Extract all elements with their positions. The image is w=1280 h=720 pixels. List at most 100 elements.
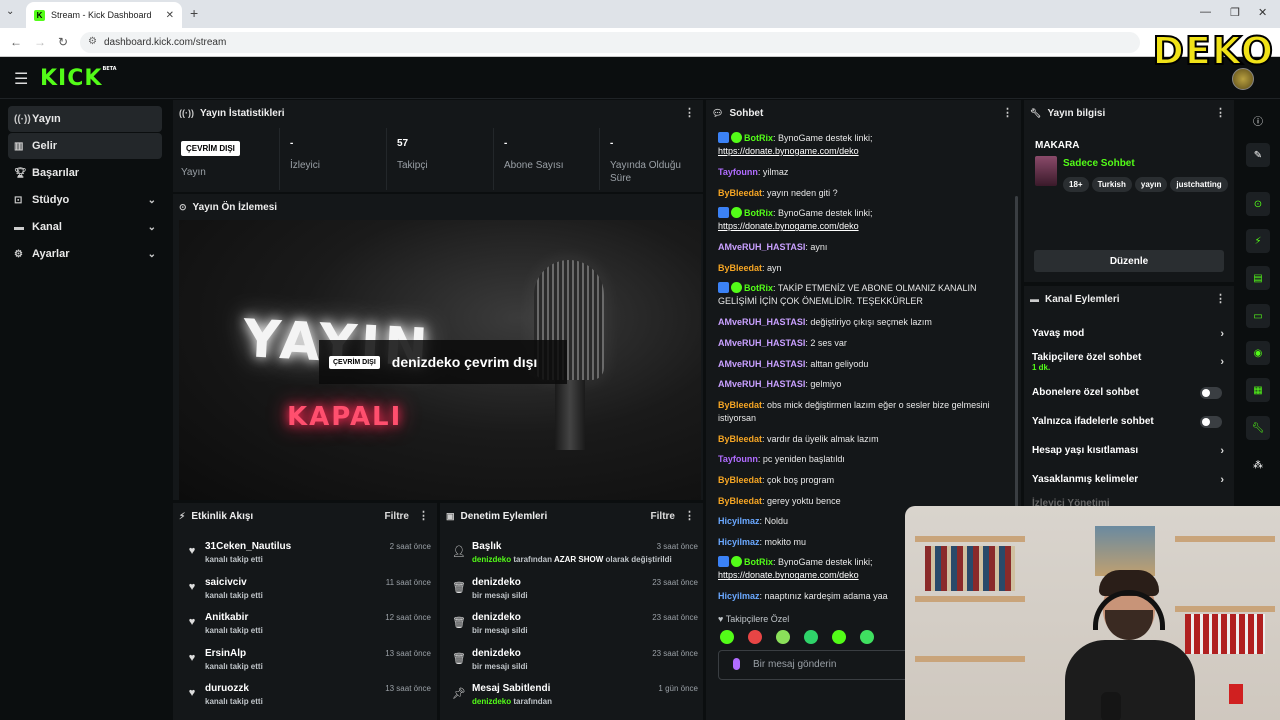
info-icon[interactable]: ⓘ xyxy=(1246,108,1270,132)
more-icon[interactable]: ⋮ xyxy=(1002,106,1013,119)
chat-username[interactable]: AMveRUH_HASTASI xyxy=(718,379,805,389)
moderation-actor[interactable]: denizdeko xyxy=(472,555,511,564)
more-icon[interactable]: ⋮ xyxy=(1215,106,1226,119)
user-avatar[interactable] xyxy=(1232,68,1254,90)
stats-header: ((·)) Yayın İstatistikleri ⋮ xyxy=(173,100,703,126)
chat-username[interactable]: AMveRUH_HASTASI xyxy=(718,242,805,252)
chat-username[interactable]: ByBleedat xyxy=(718,496,762,506)
sidebar-item-ayarlar[interactable]: ⚙ Ayarlar ⌄ xyxy=(8,241,162,267)
sidebar-item-basarilar[interactable]: 🏆︎ Başarılar xyxy=(8,160,162,186)
activity-filter-button[interactable]: Filtre xyxy=(385,511,409,522)
age-limit-row[interactable]: Hesap yaşı kısıtlaması › xyxy=(1032,445,1228,457)
bolt-icon[interactable]: ⚡︎ xyxy=(1246,229,1270,253)
sidebar-item-yayin[interactable]: ((·)) Yayın xyxy=(8,106,162,132)
activity-row: ♥ Anitkabir kanalı takip etti 12 saat önce xyxy=(179,610,431,644)
microphone-stand-image xyxy=(555,380,585,450)
viewer-mgmt-row[interactable]: İzleyici Yönetimi xyxy=(1032,498,1228,506)
activity-user[interactable]: saicivciv xyxy=(205,577,247,588)
preview-toggle-icon[interactable]: ⊙ xyxy=(1246,192,1270,216)
wrench-toggle-icon[interactable]: 🔧︎ xyxy=(1246,416,1270,440)
chevron-right-icon: › xyxy=(1220,445,1224,457)
chat-toggle-icon[interactable]: ▭ xyxy=(1246,304,1270,328)
emote-icon[interactable] xyxy=(776,630,790,644)
chat-username[interactable]: Hicyilmaz xyxy=(718,591,760,601)
subs-chat-toggle[interactable] xyxy=(1200,387,1222,399)
layout-icon[interactable]: ▦ xyxy=(1246,378,1270,402)
chat-link[interactable]: https://donate.bynogame.com/deko xyxy=(718,146,859,156)
menu-icon[interactable]: ☰ xyxy=(14,69,28,89)
chat-username[interactable]: ByBleedat xyxy=(718,475,762,485)
chat-username[interactable]: Tayfounn xyxy=(718,167,758,177)
slow-mode-row[interactable]: Yavaş mod › xyxy=(1032,328,1228,340)
reload-icon[interactable]: ↻ xyxy=(58,35,68,49)
activity-desc: kanalı takip etti xyxy=(205,697,263,706)
tab-close-icon[interactable]: ✕ xyxy=(166,10,174,21)
back-icon[interactable]: ← xyxy=(10,35,22,49)
chat-username[interactable]: Hicyilmaz xyxy=(718,516,760,526)
forward-icon[interactable]: → xyxy=(34,35,46,49)
activity-user[interactable]: Anitkabir xyxy=(205,612,248,623)
chat-username[interactable]: AMveRUH_HASTASI xyxy=(718,359,805,369)
more-icon[interactable]: ⋮ xyxy=(684,509,695,522)
new-tab-icon[interactable]: + xyxy=(190,5,198,21)
activity-user[interactable]: 31Ceken_Nautilus xyxy=(205,541,291,552)
chat-username[interactable]: BotRix xyxy=(744,133,773,143)
stat-value: 57 xyxy=(397,138,409,149)
chat-text: mokito mu xyxy=(764,536,807,547)
chat-username[interactable]: ByBleedat xyxy=(718,263,762,273)
more-icon[interactable]: ⋮ xyxy=(684,106,695,119)
chat-username[interactable]: ByBleedat xyxy=(718,434,762,444)
tab-search-icon[interactable]: ⌄ xyxy=(6,6,14,17)
close-window-icon[interactable]: ✕ xyxy=(1258,6,1267,19)
followers-chat-row[interactable]: Takipçilere özel sohbet 1 dk. › xyxy=(1032,352,1228,372)
more-icon[interactable]: ⋮ xyxy=(418,509,429,522)
chat-link[interactable]: https://donate.bynogame.com/deko xyxy=(718,221,859,231)
chat-link[interactable]: https://donate.bynogame.com/deko xyxy=(718,570,859,580)
chat-username[interactable]: ByBleedat xyxy=(718,400,762,410)
edit-button[interactable]: Düzenle xyxy=(1034,250,1224,272)
minimize-icon[interactable]: — xyxy=(1200,6,1211,18)
kick-logo[interactable]: KICKBETA xyxy=(40,66,117,91)
chat-message: ByBleedat: çok boş program xyxy=(718,475,835,485)
sidebar-item-kanal[interactable]: ▬ Kanal ⌄ xyxy=(8,214,162,240)
category-link[interactable]: Sadece Sohbet xyxy=(1063,158,1135,169)
edit-icon[interactable]: ✎ xyxy=(1246,143,1270,167)
url-field[interactable]: ⚙ dashboard.kick.com/stream xyxy=(80,32,1140,53)
emote-picker-icon[interactable] xyxy=(733,658,740,670)
chat-username[interactable]: ByBleedat xyxy=(718,188,762,198)
moderation-filter-button[interactable]: Filtre xyxy=(651,511,675,522)
emote-icon[interactable] xyxy=(860,630,874,644)
moderation-actor[interactable]: denizdeko xyxy=(472,697,511,706)
emote-icon[interactable] xyxy=(804,630,818,644)
stream-preview[interactable]: YAYIN KAPALI ÇEVRİM DIŞI denizdeko çevri… xyxy=(179,220,701,500)
chat-username[interactable]: AMveRUH_HASTASI xyxy=(718,338,805,348)
chat-username[interactable]: Hicyilmaz xyxy=(718,537,760,547)
moderation-desc-mid: tarafından xyxy=(511,697,553,706)
broadcast-toggle-icon[interactable]: ◉ xyxy=(1246,341,1270,365)
emote-icon[interactable] xyxy=(748,630,762,644)
chat-username[interactable]: AMveRUH_HASTASI xyxy=(718,317,805,327)
activity-user[interactable]: duruozzk xyxy=(205,683,249,694)
emote-icon[interactable] xyxy=(720,630,734,644)
chat-username[interactable]: BotRix xyxy=(744,283,773,293)
sidebar-item-gelir[interactable]: ▥ Gelir xyxy=(8,133,162,159)
browser-tab[interactable]: K Stream - Kick Dashboard ✕ xyxy=(26,2,182,28)
activity-user[interactable]: ErsinAlp xyxy=(205,648,246,659)
chat-username[interactable]: BotRix xyxy=(744,557,773,567)
maximize-icon[interactable]: ❐ xyxy=(1230,6,1240,19)
chat-username[interactable]: BotRix xyxy=(744,208,773,218)
moderation-desc: bir mesajı sildi xyxy=(472,661,528,671)
sidebar-item-studyo[interactable]: ⊡ Stüdyo ⌄ xyxy=(8,187,162,213)
emote-icon[interactable] xyxy=(832,630,846,644)
channel-actions-header: ▬ Kanal Eylemleri ⋮ xyxy=(1024,286,1234,312)
moderation-time: 23 saat önce xyxy=(652,577,698,587)
apps-icon[interactable]: ⁂ xyxy=(1246,453,1270,477)
stream-info-panel: 🔧︎ Yayın bilgisi ⋮ MAKARA Sadece Sohbet … xyxy=(1024,100,1234,282)
more-icon[interactable]: ⋮ xyxy=(1215,292,1226,305)
emote-chat-toggle[interactable] xyxy=(1200,416,1222,428)
banned-words-row[interactable]: Yasaklanmış kelimeler › xyxy=(1032,474,1228,486)
document-icon[interactable]: ▤ xyxy=(1246,266,1270,290)
chat-text: aynı xyxy=(810,242,828,253)
chat-username[interactable]: Tayfounn xyxy=(718,454,758,464)
site-info-icon[interactable]: ⚙ xyxy=(88,36,97,47)
